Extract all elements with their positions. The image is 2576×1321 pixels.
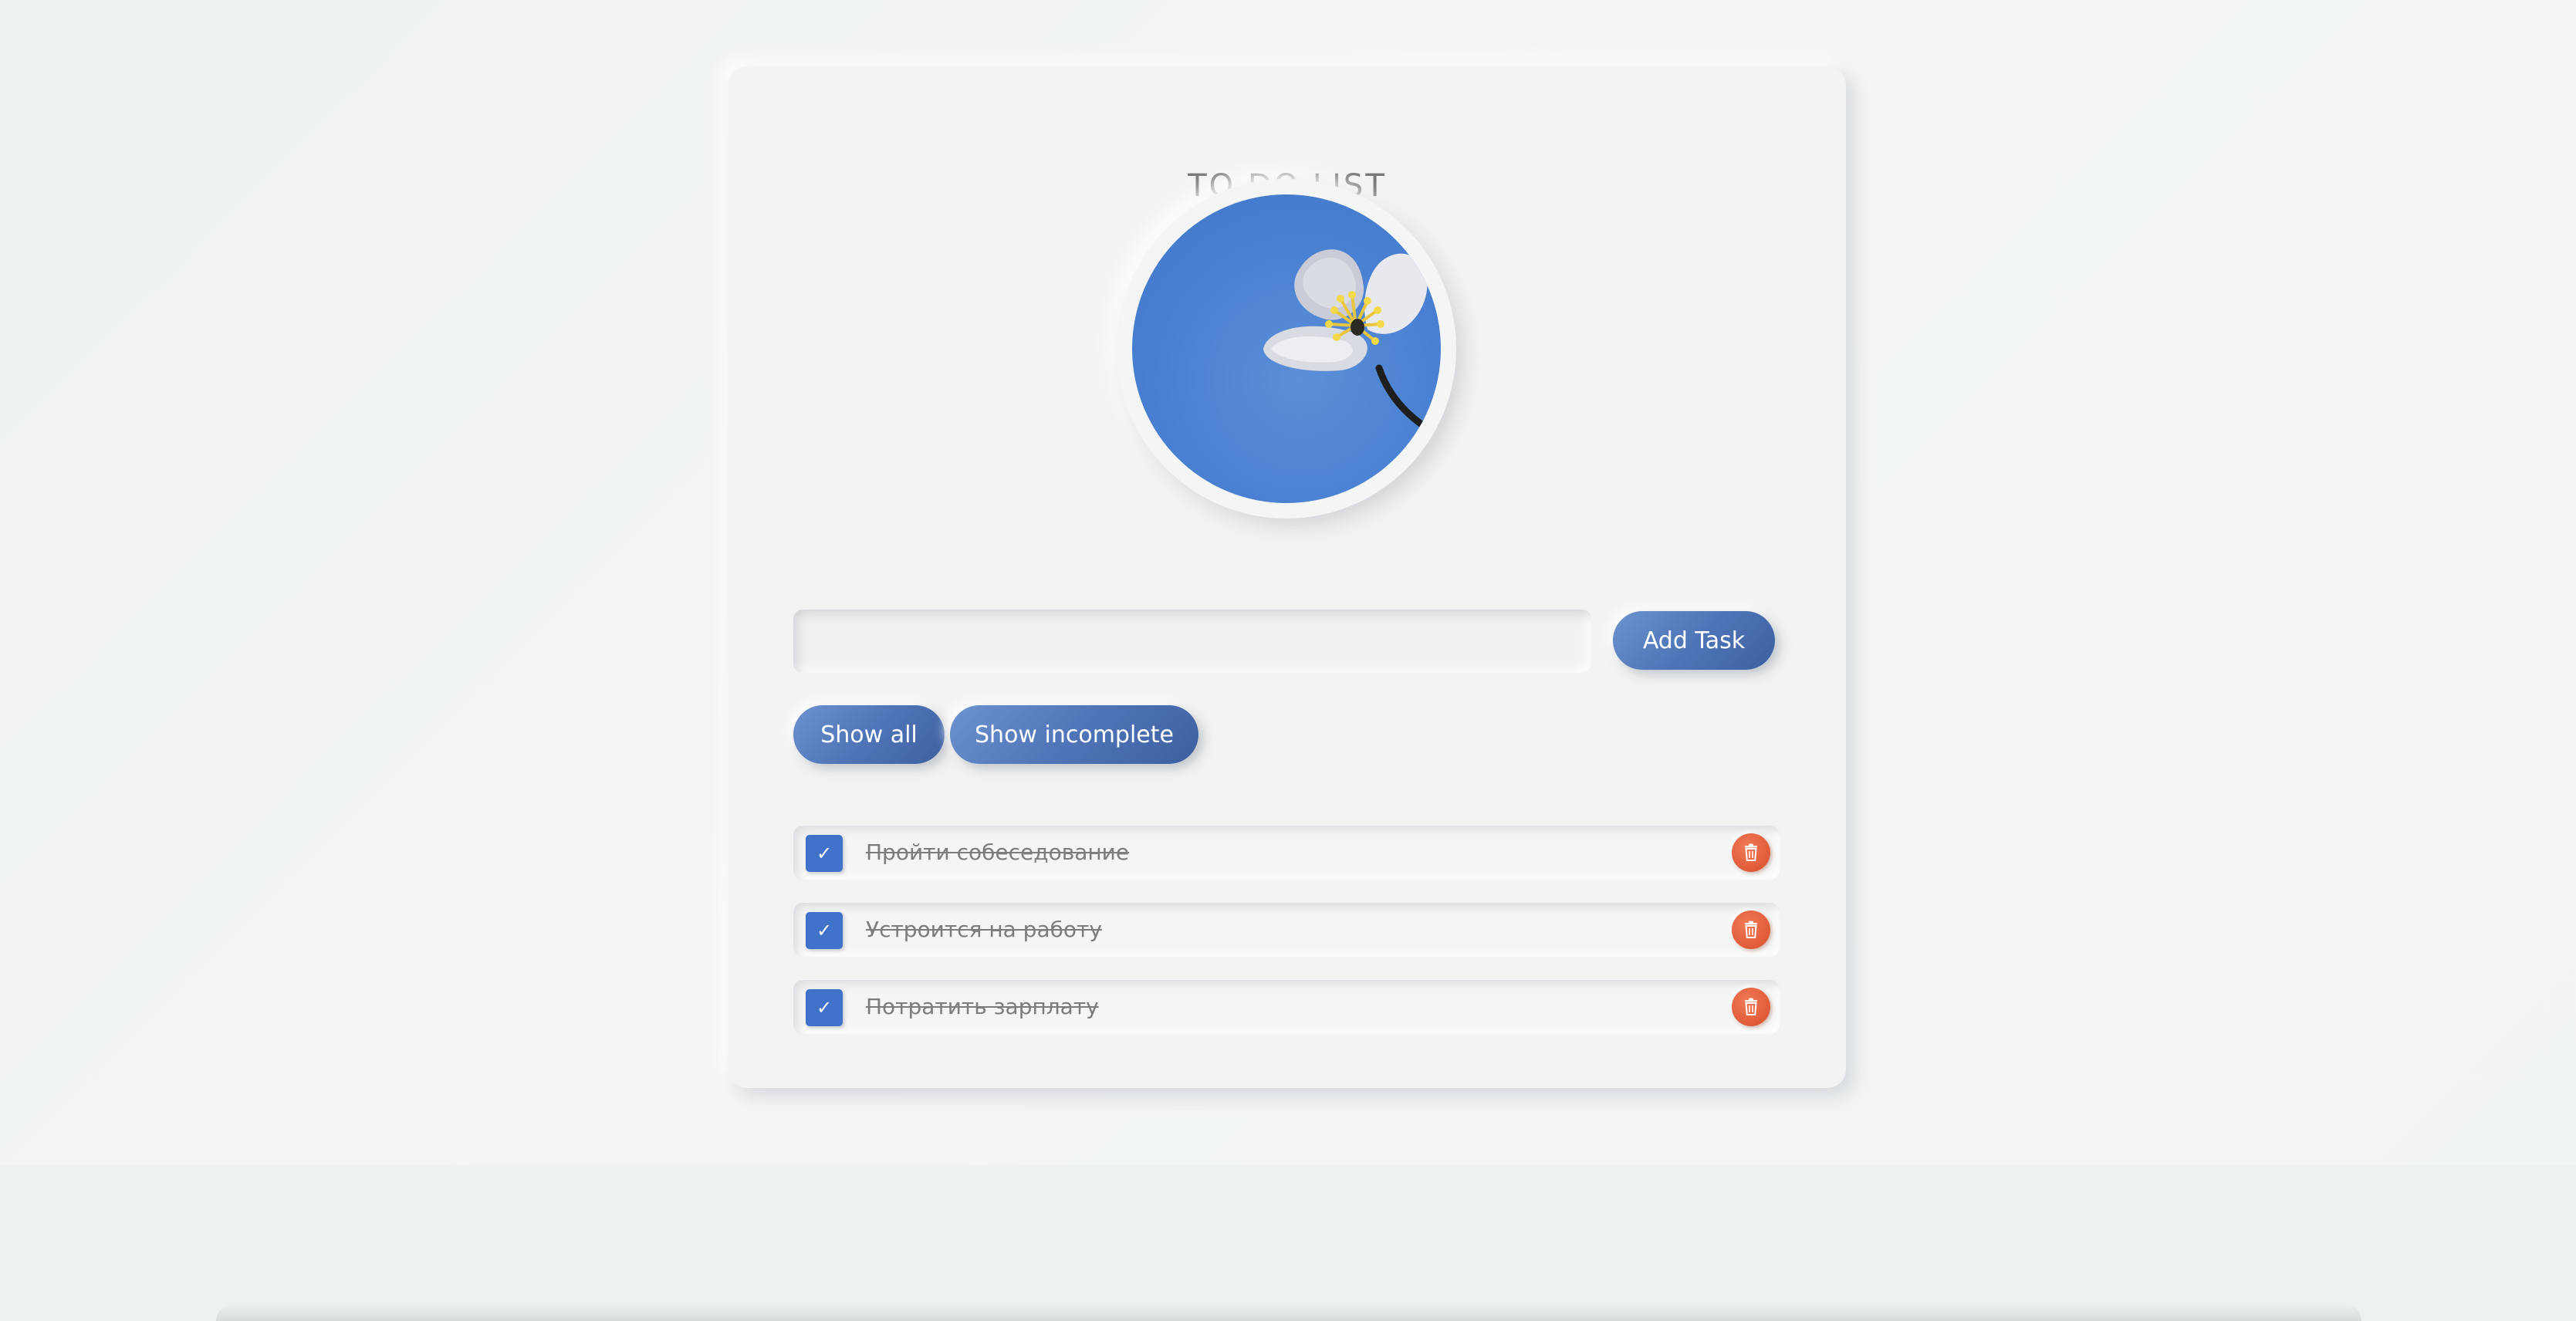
add-task-button[interactable]: Add Task [1613,611,1775,670]
trash-icon [1745,843,1757,861]
task-text: Устроится на работу [866,917,1102,942]
task-checkbox[interactable]: ✓ [806,912,843,949]
page-bottom-band [0,1165,2576,1321]
delete-task-button[interactable] [1732,911,1770,949]
avatar [1132,194,1441,503]
task-item: ✓ Пройти собеседование [793,826,1780,880]
trash-icon [1745,921,1757,938]
show-incomplete-button[interactable]: Show incomplete [950,705,1198,764]
delete-task-button[interactable] [1732,988,1770,1026]
task-text: Потратить зарплату [866,994,1099,1019]
check-icon: ✓ [816,920,833,941]
show-incomplete-button-label: Show incomplete [975,721,1174,748]
add-task-button-label: Add Task [1642,627,1746,654]
task-checkbox[interactable]: ✓ [806,989,843,1026]
show-all-button-label: Show all [820,721,918,748]
check-icon: ✓ [816,997,833,1019]
task-text: Пройти собеседование [866,840,1130,865]
check-icon: ✓ [816,843,833,864]
show-all-button[interactable]: Show all [793,705,945,764]
task-item: ✓ Потратить зарплату [793,980,1780,1034]
task-checkbox[interactable]: ✓ [806,835,843,872]
task-item: ✓ Устроится на работу [793,903,1780,957]
page-bottom-shadow [216,1304,2361,1321]
delete-task-button[interactable] [1732,833,1770,872]
flower-photo-icon [1263,249,1428,430]
task-input[interactable] [793,610,1591,673]
trash-icon [1745,998,1757,1015]
